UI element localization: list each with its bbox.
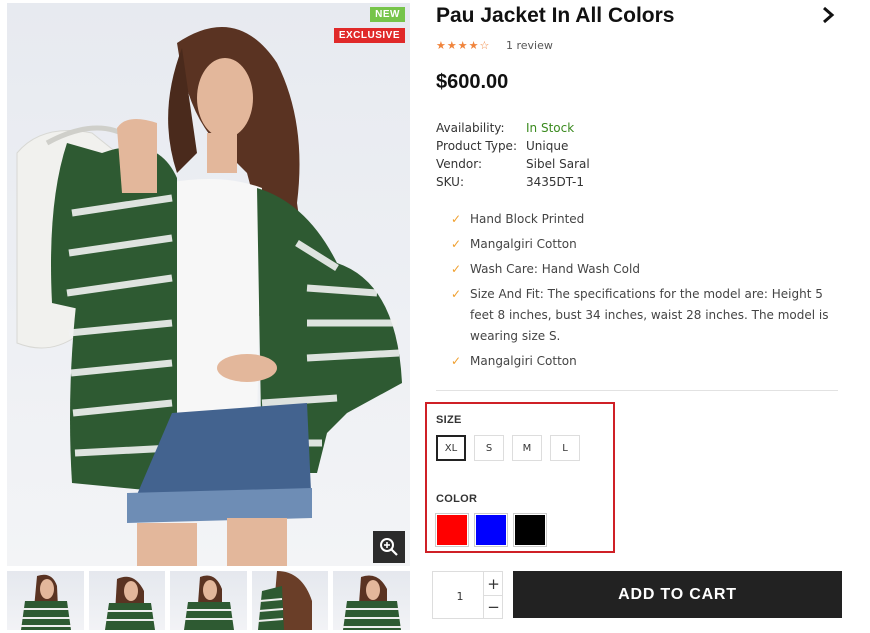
check-icon: ✓ xyxy=(451,212,462,226)
thumbnail-3[interactable] xyxy=(170,571,247,630)
detail-label: Product Type: xyxy=(436,139,517,153)
product-price: $600.00 xyxy=(436,71,509,93)
add-to-cart-button[interactable]: ADD TO CART xyxy=(513,571,842,618)
quantity-stepper: + − xyxy=(432,571,503,620)
feature-item: ✓ Wash Care: Hand Wash Cold xyxy=(451,259,843,280)
exclusive-badge: EXCLUSIVE xyxy=(333,28,405,43)
zoom-in-icon xyxy=(380,538,398,556)
size-selector: XL S M L xyxy=(436,435,580,461)
feature-item: ✓ Mangalgiri Cotton xyxy=(451,234,843,255)
thumbnail-2[interactable] xyxy=(88,571,166,630)
quantity-decrease-button[interactable]: − xyxy=(483,595,503,618)
feature-text: Wash Care: Hand Wash Cold xyxy=(470,262,640,276)
zoom-button[interactable] xyxy=(373,531,405,563)
color-selector xyxy=(435,513,547,547)
star-empty-icon: ☆ xyxy=(479,39,490,52)
star-filled-icon: ★ xyxy=(436,39,446,52)
color-label: COLOR xyxy=(436,493,478,505)
thumbnail-5[interactable] xyxy=(333,571,410,630)
product-type-row: Product Type: Unique xyxy=(436,137,590,155)
section-divider xyxy=(436,390,838,391)
size-option-xl[interactable]: XL xyxy=(436,435,466,461)
feature-text: Mangalgiri Cotton xyxy=(470,237,577,251)
color-swatch-blue[interactable] xyxy=(474,513,508,547)
star-filled-icon: ★ xyxy=(468,39,479,52)
stock-status: In Stock xyxy=(526,121,575,135)
check-icon: ✓ xyxy=(451,354,462,368)
size-option-s[interactable]: S xyxy=(474,435,504,461)
review-count-link[interactable]: 1 review xyxy=(506,39,553,52)
sku-row: SKU: 3435DT-1 xyxy=(436,173,590,191)
detail-label: SKU: xyxy=(436,175,464,189)
vendor-row: Vendor: Sibel Saral xyxy=(436,155,590,173)
detail-value: 3435DT-1 xyxy=(526,175,584,189)
feature-item: ✓ Mangalgiri Cotton xyxy=(451,351,843,372)
star-filled-icon: ★ xyxy=(457,39,468,52)
thumbnail-strip xyxy=(7,571,410,633)
size-label: SIZE xyxy=(436,414,462,426)
feature-text: Hand Block Printed xyxy=(470,212,585,226)
new-badge: NEW xyxy=(370,7,405,22)
rating-stars: ★ ★ ★ ★ ☆ xyxy=(436,40,489,52)
size-option-l[interactable]: L xyxy=(550,435,580,461)
model-photo xyxy=(16,27,402,566)
product-gallery: NEW EXCLUSIVE xyxy=(7,3,410,630)
check-icon: ✓ xyxy=(451,287,462,301)
thumbnail-1[interactable] xyxy=(7,571,84,630)
detail-value: Unique xyxy=(526,139,569,153)
feature-list: ✓ Hand Block Printed ✓ Mangalgiri Cotton ✓… xyxy=(451,209,843,376)
quantity-input[interactable] xyxy=(433,572,487,620)
check-icon: ✓ xyxy=(451,237,462,251)
color-swatch-red[interactable] xyxy=(435,513,469,547)
availability-row: Availability: In Stock xyxy=(436,119,590,137)
star-filled-icon: ★ xyxy=(446,39,457,52)
feature-item: ✓ Size And Fit: The specifications for th… xyxy=(451,284,843,347)
product-title: Pau Jacket In All Colors xyxy=(436,4,675,27)
check-icon: ✓ xyxy=(451,262,462,276)
feature-text: Mangalgiri Cotton xyxy=(470,354,577,368)
main-product-image[interactable]: NEW EXCLUSIVE xyxy=(7,3,410,566)
size-option-m[interactable]: M xyxy=(512,435,542,461)
detail-label: Availability: xyxy=(436,121,505,135)
color-swatch-black[interactable] xyxy=(513,513,547,547)
detail-value: Sibel Saral xyxy=(526,157,590,171)
thumbnail-4[interactable] xyxy=(251,571,329,630)
detail-label: Vendor: xyxy=(436,157,482,171)
feature-item: ✓ Hand Block Printed xyxy=(451,209,843,230)
chevron-right-icon xyxy=(823,6,835,24)
next-product-button[interactable] xyxy=(819,5,837,25)
feature-text: Size And Fit: The specifications for the… xyxy=(470,287,829,343)
product-details: Availability: In Stock Product Type: Uni… xyxy=(436,119,590,191)
quantity-increase-button[interactable]: + xyxy=(483,572,503,596)
